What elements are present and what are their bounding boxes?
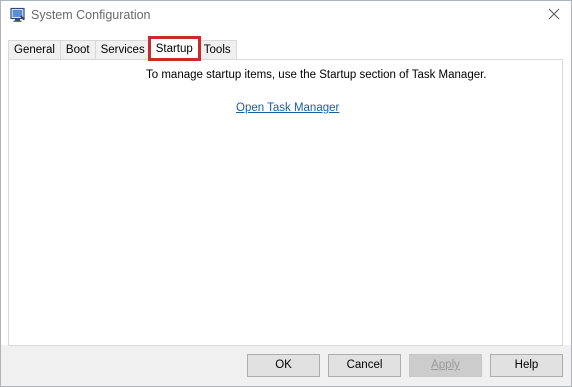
tab-strip: General Boot Services Startup Tools <box>8 36 237 61</box>
system-configuration-icon <box>10 7 26 23</box>
tab-startup[interactable]: Startup <box>147 36 201 61</box>
button-bar: OK Cancel Apply Help <box>1 345 571 386</box>
tab-general[interactable]: General <box>8 40 61 59</box>
close-button[interactable] <box>537 1 571 30</box>
system-configuration-window: System Configuration General Boot Servic… <box>0 0 572 387</box>
apply-button-label: Apply <box>431 359 460 371</box>
ok-button[interactable]: OK <box>247 354 320 377</box>
startup-tab-panel: To manage startup items, use the Startup… <box>8 59 563 346</box>
tab-services[interactable]: Services <box>94 40 151 59</box>
help-button[interactable]: Help <box>490 354 563 377</box>
tab-tools[interactable]: Tools <box>197 40 237 59</box>
open-task-manager-link[interactable]: Open Task Manager <box>236 102 339 114</box>
apply-button[interactable]: Apply <box>409 354 482 377</box>
startup-info-text: To manage startup items, use the Startup… <box>146 69 487 81</box>
window-title: System Configuration <box>31 8 151 22</box>
cancel-button[interactable]: Cancel <box>328 354 401 377</box>
tab-boot[interactable]: Boot <box>59 40 96 59</box>
close-icon <box>548 8 560 23</box>
title-bar[interactable]: System Configuration <box>1 1 571 31</box>
